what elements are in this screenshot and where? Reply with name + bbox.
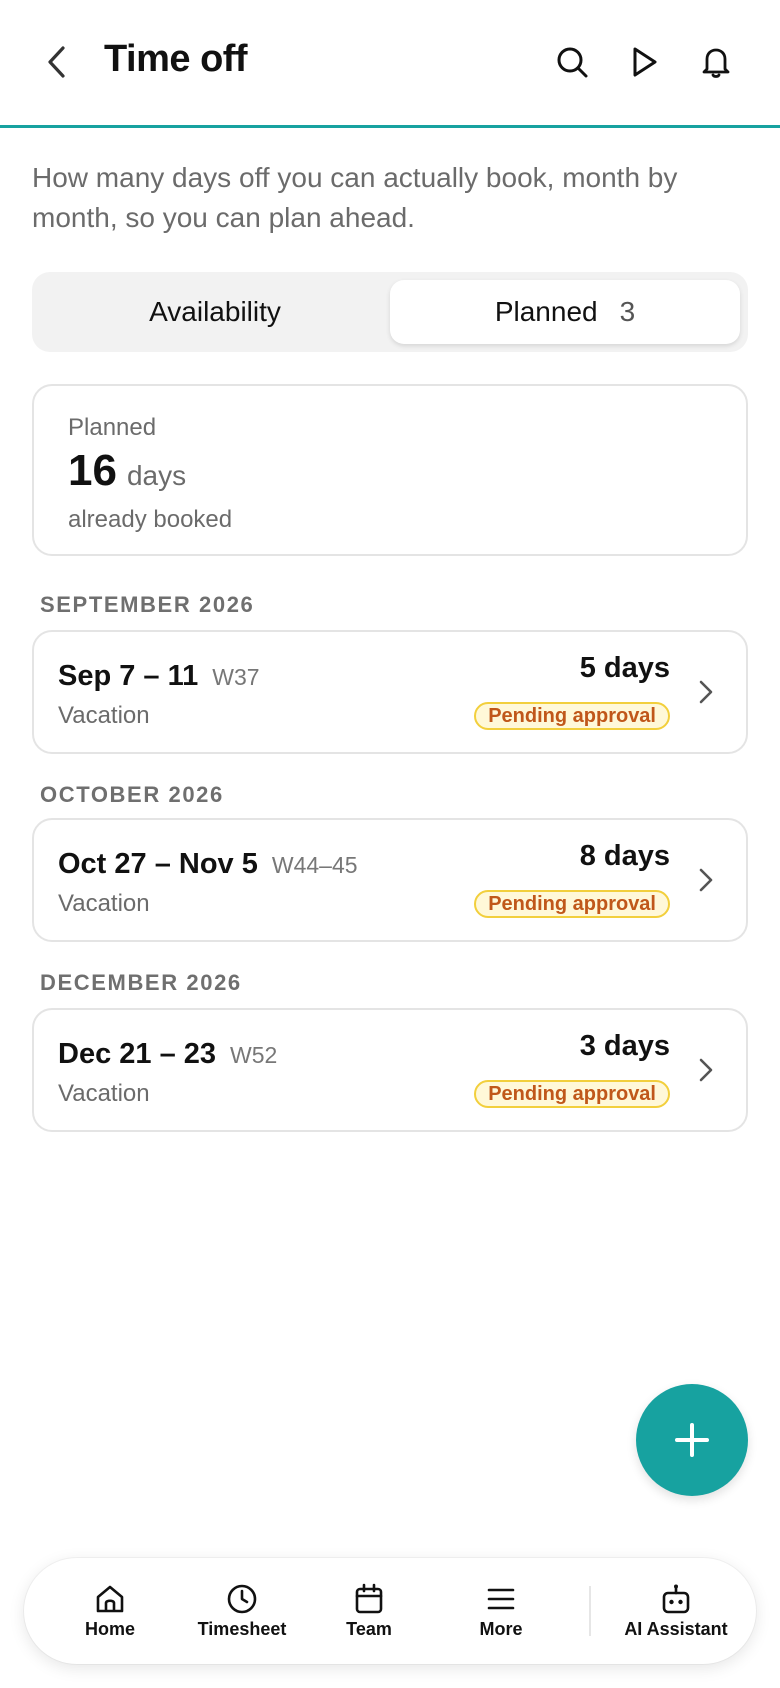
add-time-off-button[interactable] xyxy=(636,1384,748,1496)
play-button[interactable] xyxy=(622,40,666,84)
nav-ai-assistant-label: AI Assistant xyxy=(624,1618,728,1639)
nav-more-label: More xyxy=(479,1618,523,1639)
back-button[interactable] xyxy=(36,40,76,84)
entry-type: Vacation xyxy=(58,1080,150,1107)
summary-subtext: already booked xyxy=(68,506,233,533)
entry-range: Dec 21 – 23 W52 xyxy=(58,1038,277,1071)
status-badge: Pending approval xyxy=(474,702,670,730)
robot-icon xyxy=(662,1584,690,1613)
menu-icon xyxy=(487,1588,515,1609)
clock-icon xyxy=(227,1584,257,1613)
tab-availability-label: Availability xyxy=(149,296,281,327)
entry-days: 5 days xyxy=(579,652,670,684)
view-toggle: Availability Planned 3 xyxy=(32,272,748,352)
tab-planned-label: Planned xyxy=(494,296,598,327)
chevron-right-icon xyxy=(696,1056,716,1084)
app-header: Time off xyxy=(0,0,780,128)
nav-team[interactable]: Team xyxy=(314,1558,424,1664)
tab-planned[interactable]: Planned 3 xyxy=(390,280,740,344)
nav-more[interactable]: More xyxy=(446,1558,556,1664)
section-heading: SEPTEMBER 2026 xyxy=(40,592,255,617)
play-icon xyxy=(633,47,657,77)
entry-range: Oct 27 – Nov 5 W44–45 xyxy=(58,848,358,881)
search-icon xyxy=(557,47,588,78)
entry-type: Vacation xyxy=(58,890,150,917)
intro-text: How many days off you can actually book,… xyxy=(32,162,678,233)
plus-icon xyxy=(675,1423,709,1457)
entry-week: W44–45 xyxy=(271,852,358,878)
section-heading: DECEMBER 2026 xyxy=(40,970,242,995)
calendar-icon xyxy=(355,1583,383,1613)
nav-team-label: Team xyxy=(346,1618,392,1639)
entry-week: W37 xyxy=(212,664,260,690)
bottom-navigation: Home Timesheet Team More AI Assistant xyxy=(24,1558,756,1664)
status-badge: Pending approval xyxy=(474,1080,670,1108)
tab-availability[interactable]: Availability xyxy=(40,280,390,344)
nav-home[interactable]: Home xyxy=(60,1558,160,1664)
bell-icon xyxy=(702,48,730,78)
status-badge: Pending approval xyxy=(474,890,670,918)
entry-range: Sep 7 – 11 W37 xyxy=(58,660,260,693)
chevron-right-icon xyxy=(696,866,716,894)
notifications-button[interactable] xyxy=(694,40,738,84)
time-off-entry[interactable]: Dec 21 – 23 W52 Vacation 3 days Pending … xyxy=(32,1008,748,1132)
entry-type: Vacation xyxy=(58,702,150,729)
search-button[interactable] xyxy=(550,40,594,84)
time-off-entry[interactable]: Sep 7 – 11 W37 Vacation 5 days Pending a… xyxy=(32,630,748,754)
summary-label: Planned xyxy=(68,414,157,441)
section-heading: OCTOBER 2026 xyxy=(40,782,224,807)
nav-divider xyxy=(589,1586,591,1636)
entry-days: 8 days xyxy=(579,840,670,872)
summary-number: 16 xyxy=(68,446,117,495)
nav-timesheet-label: Timesheet xyxy=(197,1618,287,1639)
chevron-left-icon xyxy=(48,46,65,78)
nav-home-label: Home xyxy=(84,1618,135,1639)
chevron-right-icon xyxy=(696,678,716,706)
entry-week: W52 xyxy=(230,1042,278,1068)
page-title: Time off xyxy=(104,38,248,80)
tab-planned-count: 3 xyxy=(619,296,636,327)
entry-date-range: Dec 21 – 23 xyxy=(58,1038,217,1070)
summary-value: 16 days xyxy=(68,446,186,496)
entry-date-range: Sep 7 – 11 xyxy=(58,660,199,692)
nav-ai-assistant[interactable]: AI Assistant xyxy=(610,1558,742,1664)
planned-summary-card: Planned 16 days already booked xyxy=(32,384,748,556)
entry-days: 3 days xyxy=(579,1030,670,1062)
summary-unit: days xyxy=(126,460,187,491)
nav-timesheet[interactable]: Timesheet xyxy=(182,1558,302,1664)
home-icon xyxy=(96,1585,124,1612)
time-off-entry[interactable]: Oct 27 – Nov 5 W44–45 Vacation 8 days Pe… xyxy=(32,818,748,942)
entry-date-range: Oct 27 – Nov 5 xyxy=(58,848,258,880)
